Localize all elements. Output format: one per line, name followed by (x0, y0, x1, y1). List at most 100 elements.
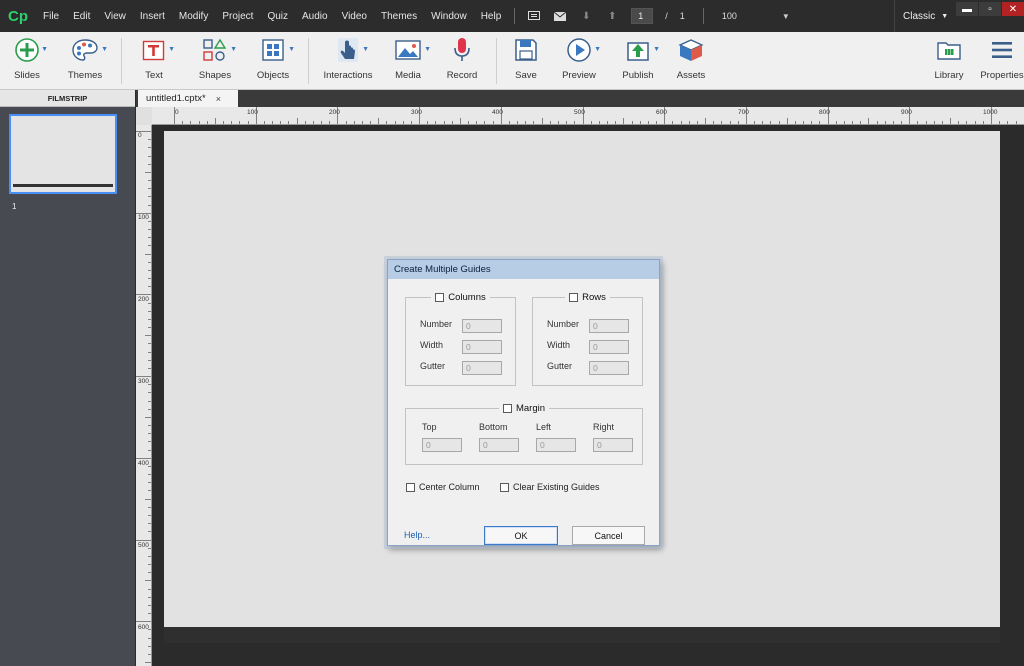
center-column-option[interactable]: Center Column (406, 482, 480, 492)
menu-insert[interactable]: Insert (133, 0, 172, 32)
menubar: Cp File Edit View Insert Modify Project … (0, 0, 1024, 32)
document-tabbar: untitled1.cptx* × (136, 90, 1024, 107)
columns-width-input[interactable]: 0 (462, 340, 502, 354)
assets-button[interactable]: Assets (674, 32, 708, 90)
main-toolbar: ▼ Slides ▼ Themes ▼ Text ▼ Shapes ▼ Obje… (0, 32, 1024, 90)
rows-number-input[interactable]: 0 (589, 319, 629, 333)
record-button[interactable]: Record (446, 32, 478, 90)
slides-label: Slides (14, 70, 40, 81)
clear-guides-label: Clear Existing Guides (513, 482, 600, 492)
workspace-switcher[interactable]: Classic ▼ (894, 0, 948, 32)
margin-right-label: Right (593, 422, 615, 432)
menu-view[interactable]: View (97, 0, 133, 32)
margin-right-input[interactable]: 0 (593, 438, 633, 452)
palette-icon (72, 39, 98, 61)
rows-width-input[interactable]: 0 (589, 340, 629, 354)
columns-number-label: Number (420, 319, 453, 329)
margin-group: Margin Top Bottom Left Right 0 0 0 0 (405, 403, 643, 465)
caption-icon[interactable] (527, 11, 541, 21)
maximize-icon[interactable]: ▫ (979, 2, 1001, 16)
rows-checkbox[interactable] (569, 293, 579, 302)
publish-button[interactable]: ▼ Publish (620, 32, 660, 90)
tab-untitled1[interactable]: untitled1.cptx* × (138, 90, 238, 107)
menu-modify[interactable]: Modify (172, 0, 215, 32)
menu-audio[interactable]: Audio (295, 0, 335, 32)
clear-guides-option[interactable]: Clear Existing Guides (500, 482, 600, 492)
ruler-label: 0 (138, 132, 142, 139)
margin-bottom-label: Bottom (479, 422, 508, 432)
columns-gutter-input[interactable]: 0 (462, 361, 502, 375)
dialog-title: Create Multiple Guides (388, 260, 659, 279)
margin-left-label: Left (536, 422, 552, 432)
menu-edit[interactable]: Edit (66, 0, 97, 32)
menu-themes[interactable]: Themes (374, 0, 424, 32)
chevron-down-icon[interactable]: ▼ (782, 12, 790, 21)
menu-help[interactable]: Help (474, 0, 509, 32)
menubar-divider (514, 8, 516, 24)
ruler-label: 900 (901, 109, 912, 116)
columns-width-label: Width (420, 340, 444, 350)
media-button[interactable]: ▼ Media (390, 32, 431, 90)
close-icon[interactable]: ✕ (1002, 2, 1024, 16)
text-button[interactable]: ▼ Text (137, 32, 175, 90)
library-button[interactable]: Library (932, 32, 966, 90)
menu-project[interactable]: Project (215, 0, 260, 32)
ruler-label: 500 (138, 542, 149, 549)
ruler-label: 400 (138, 460, 149, 467)
themes-button[interactable]: ▼ Themes (64, 32, 108, 90)
columns-group: Columns Number 0 Width 0 Gutter 0 (405, 292, 516, 386)
margin-bottom-input[interactable]: 0 (479, 438, 519, 452)
preview-button[interactable]: ▼ Preview (560, 32, 601, 90)
cancel-button[interactable]: Cancel (572, 526, 645, 545)
mail-icon[interactable] (553, 11, 567, 21)
save-button[interactable]: Save (511, 32, 541, 90)
arrow-up-icon[interactable]: ⬆ (605, 11, 619, 22)
menu-window[interactable]: Window (424, 0, 474, 32)
publish-label: Publish (622, 70, 654, 81)
arrow-down-icon[interactable]: ⬇ (579, 11, 593, 22)
play-icon (567, 38, 591, 62)
text-icon (142, 40, 165, 61)
rows-gutter-input[interactable]: 0 (589, 361, 629, 375)
margin-left-input[interactable]: 0 (536, 438, 576, 452)
workspace-label: Classic (903, 10, 936, 22)
text-label: Text (145, 70, 163, 81)
margin-top-input[interactable]: 0 (422, 438, 462, 452)
ruler-label: 800 (819, 109, 830, 116)
close-icon[interactable]: × (216, 94, 221, 104)
ruler-label: 400 (492, 109, 503, 116)
clear-guides-checkbox[interactable] (500, 482, 509, 492)
slide-thumbnail[interactable] (9, 114, 117, 194)
menubar-divider (702, 8, 704, 24)
dialog-body: Columns Number 0 Width 0 Gutter 0 Rows N… (388, 279, 659, 545)
columns-number-input[interactable]: 0 (462, 319, 502, 333)
zoom-select[interactable]: 100 (722, 11, 782, 21)
columns-gutter-label: Gutter (420, 361, 446, 371)
columns-checkbox[interactable] (435, 293, 445, 302)
rows-group: Rows Number 0 Width 0 Gutter 0 (532, 292, 643, 386)
center-column-checkbox[interactable] (406, 482, 415, 492)
rows-gutter-label: Gutter (547, 361, 573, 371)
properties-button[interactable]: Properties (980, 32, 1024, 90)
ruler-label: 100 (247, 109, 258, 116)
menu-file[interactable]: File (36, 0, 66, 32)
slide-number-input[interactable]: 1 (631, 8, 654, 24)
help-link[interactable]: Help... (404, 530, 430, 540)
margin-checkbox[interactable] (502, 404, 512, 413)
menu-quiz[interactable]: Quiz (260, 0, 295, 32)
ruler-label: 700 (738, 109, 749, 116)
minimize-icon[interactable]: ▬ (956, 2, 978, 16)
create-multiple-guides-dialog: Create Multiple Guides Columns Number 0 … (387, 259, 660, 546)
menu-video[interactable]: Video (335, 0, 374, 32)
shapes-button[interactable]: ▼ Shapes (195, 32, 237, 90)
save-icon (515, 39, 537, 61)
ruler-label: 600 (656, 109, 667, 116)
objects-button[interactable]: ▼ Objects (253, 32, 295, 90)
record-label: Record (446, 70, 478, 81)
slides-button[interactable]: ▼ Slides (8, 32, 48, 90)
filmstrip-header: FILMSTRIP (0, 90, 135, 107)
plus-circle-icon (15, 38, 39, 62)
interactions-button[interactable]: ▼ Interactions (321, 32, 375, 90)
stage-bottom-bar (164, 627, 1000, 643)
ok-button[interactable]: OK (484, 526, 558, 545)
